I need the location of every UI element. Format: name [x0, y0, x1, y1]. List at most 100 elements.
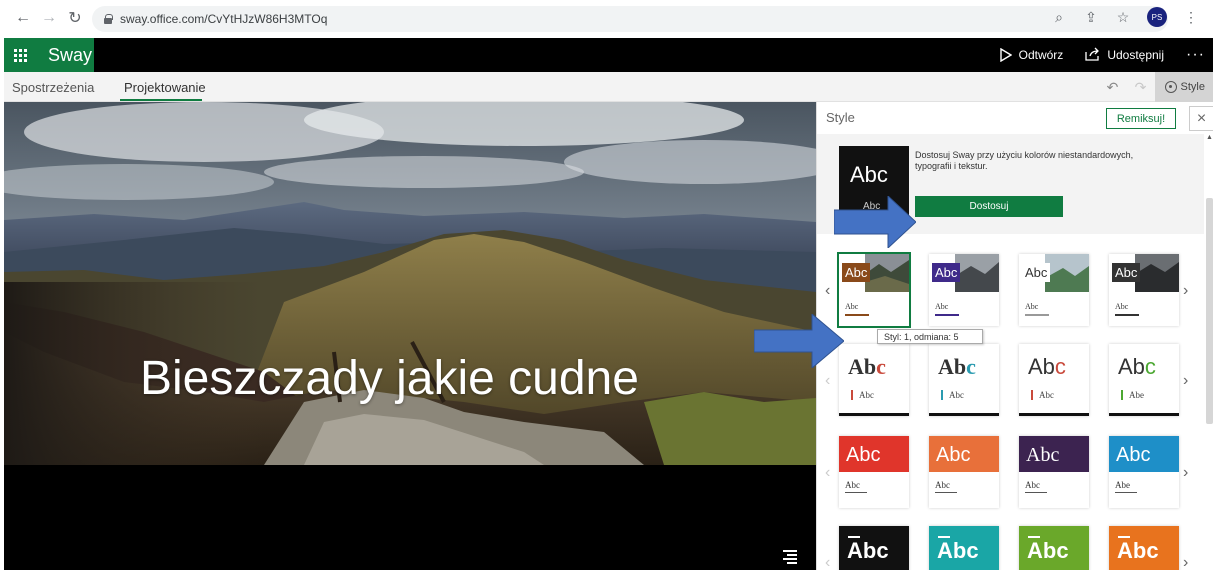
- chevron-right-icon[interactable]: ›: [1183, 372, 1188, 390]
- style-card-heading: Abc: [938, 354, 976, 379]
- style-card[interactable]: Abc: [1109, 526, 1179, 570]
- share-button[interactable]: Udostępnij: [1085, 47, 1164, 64]
- style-card[interactable]: Abc Abc: [1019, 436, 1089, 508]
- annotation-arrow-icon: [834, 196, 916, 248]
- style-panel-title: Style: [826, 110, 855, 125]
- lock-icon: [104, 14, 113, 24]
- style-card-heading: Abc: [936, 444, 971, 466]
- tab-insights[interactable]: Spostrzeżenia: [12, 80, 94, 95]
- customize-preview-heading: Abc: [850, 162, 888, 187]
- style-card[interactable]: Abc Abc: [1019, 344, 1089, 416]
- hero-image[interactable]: Bieszczady jakie cudne: [4, 102, 816, 465]
- chevron-left-icon[interactable]: ‹: [825, 464, 830, 482]
- style-card-heading: Abc: [1116, 444, 1151, 466]
- style-card-body: Abc: [1031, 390, 1054, 400]
- style-card-heading: Abc: [932, 263, 961, 282]
- remix-button[interactable]: Remiksuj!: [1106, 108, 1176, 129]
- play-button[interactable]: Odtwórz: [999, 48, 1064, 62]
- style-panel: Style Remiksuj! × Abc Abc Dostosuj Sway …: [816, 102, 1213, 570]
- tab-row: Spostrzeżenia Projektowanie ↶ ↷ Style: [4, 72, 1213, 102]
- customize-description: Dostosuj Sway przy użyciu kolorów niesta…: [915, 150, 1134, 171]
- reload-icon[interactable]: ↻: [64, 7, 86, 29]
- style-row-photo: ‹ Abc Abc Abc Abc Abc Abc Abc Abc ›: [817, 252, 1204, 328]
- style-card-heading: Abc: [1027, 538, 1069, 563]
- app-name[interactable]: Sway: [36, 38, 94, 72]
- style-card[interactable]: Abc Abc: [839, 344, 909, 416]
- chevron-right-icon[interactable]: ›: [1183, 554, 1188, 570]
- style-card-heading: Abc: [937, 538, 979, 563]
- style-card[interactable]: Abc: [1019, 526, 1089, 570]
- customize-button[interactable]: Dostosuj: [915, 196, 1063, 217]
- scroll-up-icon[interactable]: ▲: [1206, 134, 1213, 141]
- style-card-body: Abc: [935, 480, 950, 490]
- style-row-bold: ‹ Abc Abc Abc Abc ›: [817, 526, 1204, 570]
- style-button[interactable]: Style: [1154, 72, 1213, 102]
- style-card-heading: Abc: [1026, 444, 1060, 466]
- undo-icon[interactable]: ↶: [1099, 79, 1127, 96]
- style-card[interactable]: Abc Abe: [1109, 436, 1179, 508]
- chevron-left-icon[interactable]: ‹: [825, 372, 830, 390]
- style-card[interactable]: Abc: [929, 526, 999, 570]
- share-label: Udostępnij: [1107, 48, 1165, 62]
- style-card-heading: Abc: [847, 538, 889, 563]
- close-icon[interactable]: ×: [1189, 106, 1213, 131]
- bookmark-star-icon[interactable]: ☆: [1115, 9, 1131, 26]
- style-card-heading: Abc: [1028, 354, 1066, 379]
- style-card[interactable]: Abc: [839, 526, 909, 570]
- back-arrow-icon[interactable]: ←: [12, 7, 34, 29]
- style-card-heading: Abc: [1022, 263, 1051, 282]
- style-card[interactable]: Abc Abc: [929, 436, 999, 508]
- style-card-heading: Abc: [1112, 263, 1141, 282]
- style-card-body: Abc: [1025, 480, 1040, 490]
- palette-icon: [1164, 81, 1177, 93]
- share-page-icon[interactable]: ⇪: [1083, 9, 1099, 26]
- style-card-body: Abe: [1121, 390, 1144, 400]
- redo-icon[interactable]: ↷: [1127, 79, 1155, 96]
- play-label: Odtwórz: [1018, 48, 1064, 62]
- chevron-right-icon[interactable]: ›: [1183, 282, 1188, 300]
- address-bar[interactable]: sway.office.com/CvYtHJzW86H3MTOq: [92, 6, 1168, 32]
- style-card[interactable]: Abc Abc: [1109, 254, 1179, 326]
- style-card-body: Abe: [1115, 480, 1130, 490]
- style-row-color: ‹ Abc Abc Abc Abc Abc Abc Abc Abe ›: [817, 436, 1204, 508]
- chevron-left-icon[interactable]: ‹: [825, 554, 830, 570]
- style-panel-header: Style Remiksuj! ×: [817, 102, 1213, 134]
- style-card-heading: Abc: [1118, 354, 1156, 379]
- chevron-left-icon[interactable]: ‹: [825, 282, 830, 300]
- style-card-body: Abc: [1115, 302, 1129, 311]
- annotation-arrow-icon: [754, 314, 844, 368]
- profile-avatar[interactable]: PS: [1147, 7, 1167, 27]
- style-card[interactable]: Abc Abc: [837, 252, 911, 328]
- navigation-list-icon[interactable]: [783, 550, 797, 564]
- style-card[interactable]: Abc Abc: [1019, 254, 1089, 326]
- style-card[interactable]: Abc Abc: [929, 344, 999, 416]
- more-options-icon[interactable]: ···: [1186, 46, 1205, 64]
- style-button-label: Style: [1180, 81, 1205, 93]
- forward-arrow-icon[interactable]: →: [38, 7, 60, 29]
- style-card[interactable]: Abc Abc: [929, 254, 999, 326]
- active-tab-indicator: [120, 99, 202, 101]
- page: ← → ↻ sway.office.com/CvYtHJzW86H3MTOq ⌕…: [0, 0, 1213, 570]
- url-text: sway.office.com/CvYtHJzW86H3MTOq: [120, 12, 328, 26]
- style-card-body: Abc: [845, 480, 860, 490]
- style-card-heading: Abc: [846, 444, 881, 466]
- scrollbar-thumb[interactable]: [1206, 198, 1213, 424]
- storyline-canvas[interactable]: Bieszczady jakie cudne: [4, 102, 816, 570]
- style-card-heading: Abc: [848, 354, 886, 379]
- style-row-typography: ‹ Abc Abc Abc Abc Abc Abc Abc Abe ›: [817, 344, 1204, 416]
- style-card-body: Abc: [845, 302, 859, 311]
- app-launcher-icon[interactable]: [4, 38, 36, 72]
- story-title[interactable]: Bieszczady jakie cudne: [140, 351, 639, 406]
- browser-menu-icon[interactable]: ⋮: [1183, 9, 1199, 26]
- style-card[interactable]: Abc Abc: [839, 436, 909, 508]
- tab-design[interactable]: Projektowanie: [124, 80, 206, 95]
- style-card-heading: Abc: [842, 263, 871, 282]
- style-tooltip: Styl: 1, odmiana: 5: [877, 329, 983, 344]
- share-icon: [1085, 47, 1101, 64]
- zoom-icon[interactable]: ⌕: [1051, 9, 1067, 26]
- style-card-heading: Abc: [1117, 538, 1159, 563]
- sway-app-bar: Sway Odtwórz Udostępnij ···: [4, 38, 1213, 72]
- chevron-right-icon[interactable]: ›: [1183, 464, 1188, 482]
- style-card-body: Abc: [935, 302, 949, 311]
- style-card[interactable]: Abc Abe: [1109, 344, 1179, 416]
